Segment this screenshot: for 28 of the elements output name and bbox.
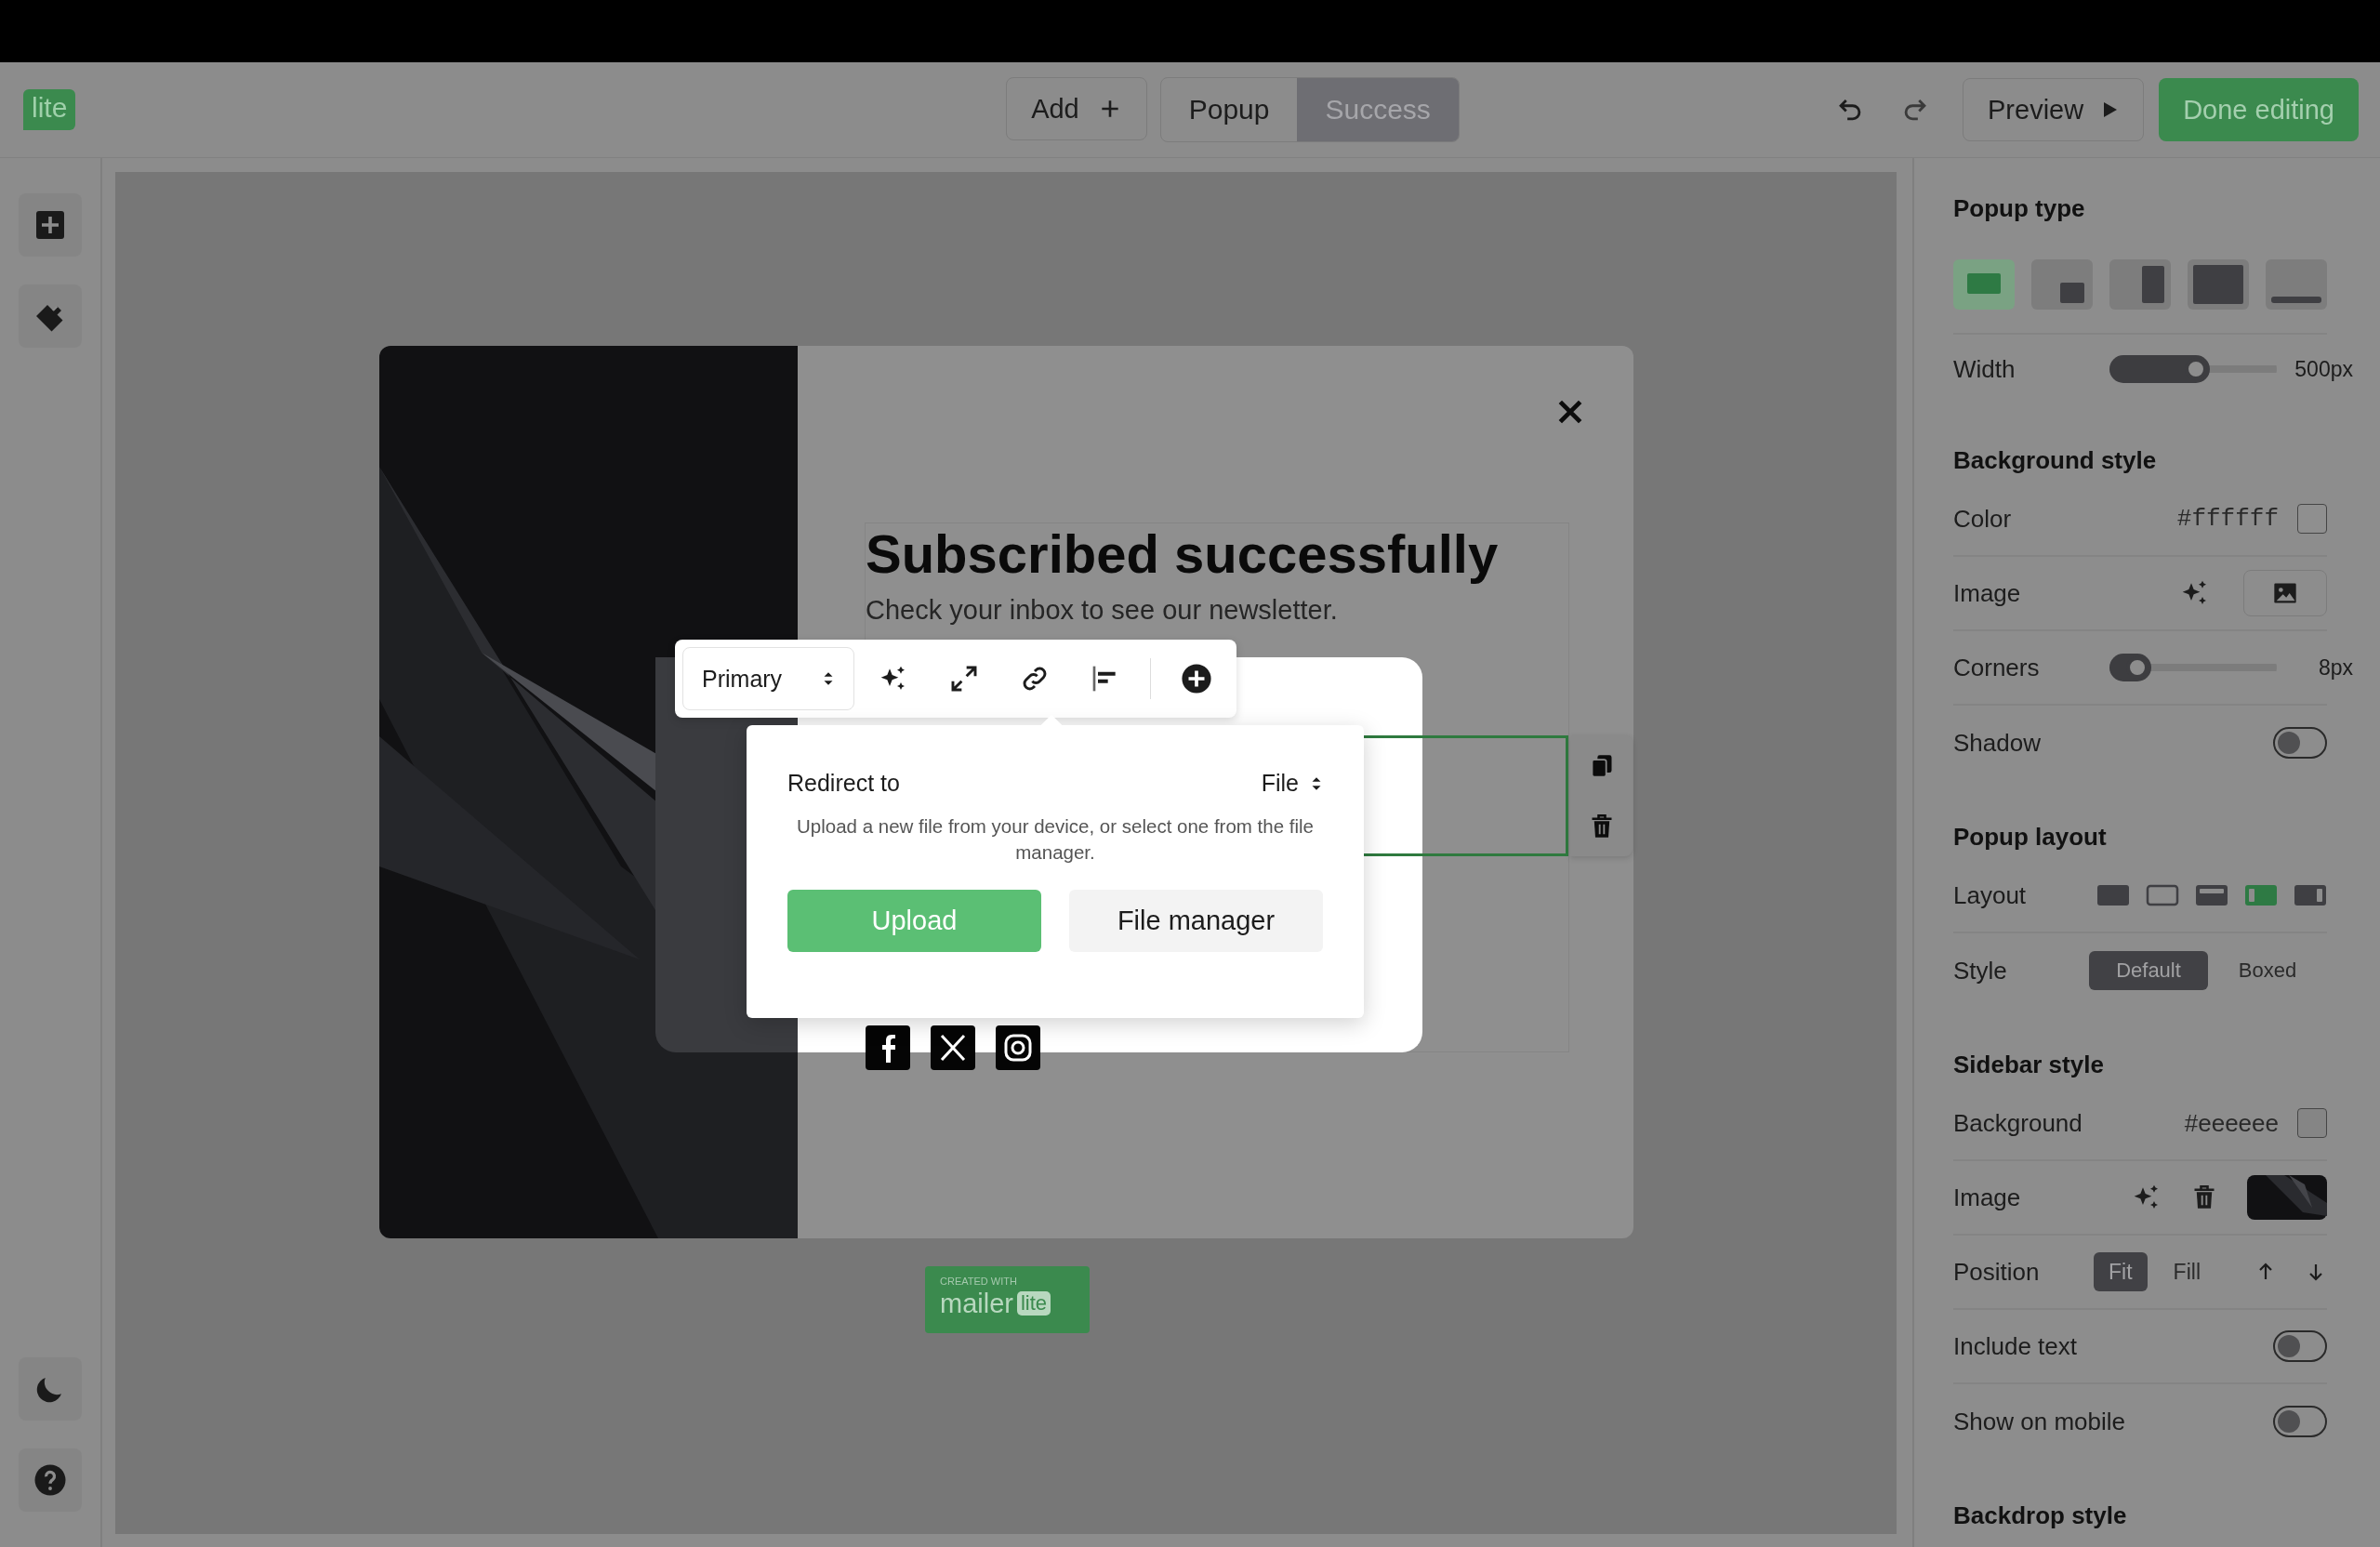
- section-title: Backdrop style: [1953, 1501, 2128, 1529]
- setting-label: Image: [1953, 578, 2022, 608]
- width-value: 500px: [2294, 356, 2353, 382]
- setting-label: Shadow: [1953, 728, 2042, 758]
- setting-label: Position: [1953, 1257, 2041, 1287]
- setting-label: Color: [1953, 504, 2013, 534]
- setting-label: Style: [1953, 956, 2008, 985]
- badge-brand: mailer: [940, 1288, 1013, 1320]
- color-value: #eeeeee: [2184, 1108, 2279, 1138]
- section-title: Popup type: [1953, 194, 2086, 222]
- corners-value: 8px: [2317, 654, 2353, 681]
- popup-heading: Subscribed successfully: [866, 523, 1500, 585]
- setting-label: Width: [1953, 354, 2016, 384]
- setting-label: Background: [1953, 1108, 2083, 1138]
- section-title: Popup layout: [1953, 823, 2108, 851]
- popover-help-text: Upload a new file from your device, or select one from the file manager.: [795, 814, 1315, 865]
- color-value: #ffffff: [2176, 505, 2279, 533]
- setting-label: Corners: [1953, 653, 2041, 682]
- popup-subtext: Check your inbox to see our newsletter.: [866, 594, 1339, 626]
- setting-label: Layout: [1953, 880, 2028, 910]
- setting-label: Show on mobile: [1953, 1407, 2126, 1436]
- setting-label: Image: [1953, 1183, 2022, 1212]
- setting-label: Include text: [1953, 1331, 2078, 1361]
- redirect-label: Redirect to: [787, 770, 900, 797]
- badge-caption: CREATED WITH: [940, 1276, 1018, 1287]
- section-title: Sidebar style: [1953, 1051, 2105, 1078]
- badge-brand-tag: lite: [1016, 1291, 1051, 1316]
- section-title: Background style: [1953, 446, 2158, 474]
